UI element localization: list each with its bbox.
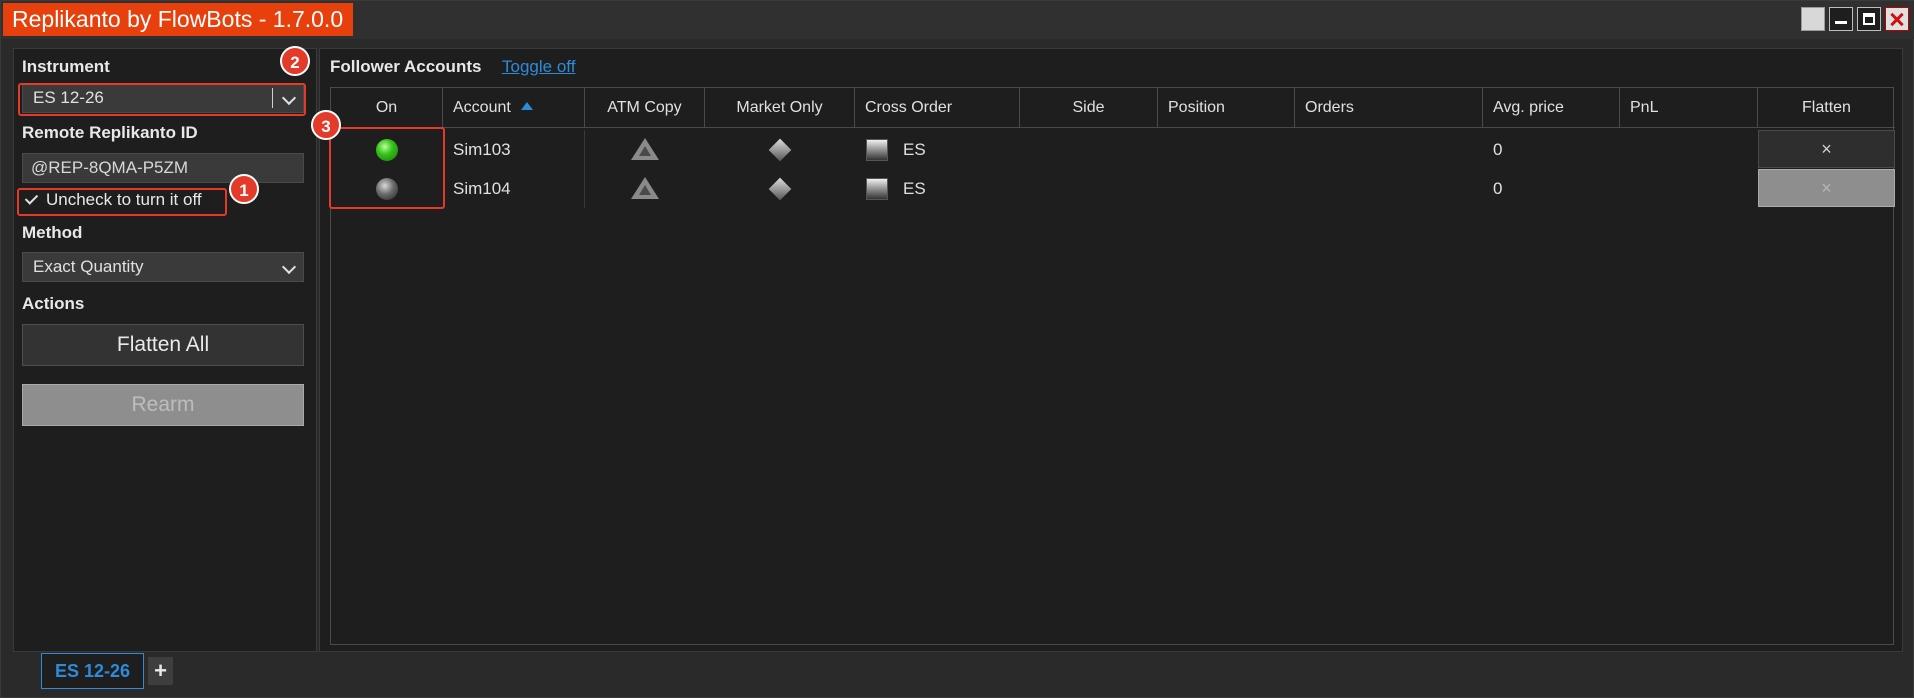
window-title: Replikanto by FlowBots - 1.7.0.0 bbox=[3, 3, 354, 36]
cross-order-cell: ES bbox=[903, 140, 926, 159]
app-window: Replikanto by FlowBots - 1.7.0.0 Instrum… bbox=[0, 0, 1914, 698]
account-cell: Sim103 bbox=[443, 130, 585, 169]
accounts-grid: On Account ATM Copy Market Only Cross Or… bbox=[330, 87, 1895, 645]
chevron-down-icon bbox=[281, 259, 297, 275]
square-icon[interactable] bbox=[866, 139, 888, 161]
col-header-on[interactable]: On bbox=[331, 88, 443, 128]
flatten-row-button-disabled[interactable]: × bbox=[1758, 169, 1895, 207]
restore-blank-button[interactable] bbox=[1801, 7, 1825, 31]
method-select[interactable]: Exact Quantity bbox=[22, 252, 304, 282]
right-panel: Follower Accounts Toggle off On Account … bbox=[319, 48, 1903, 652]
left-panel: Instrument ES 12-26 Remote Replikanto ID… bbox=[13, 48, 317, 652]
triangle-icon[interactable] bbox=[631, 177, 659, 199]
add-tab-button[interactable]: + bbox=[148, 657, 173, 685]
col-header-account-label: Account bbox=[453, 99, 511, 116]
col-header-avg-price[interactable]: Avg. price bbox=[1483, 88, 1620, 128]
col-header-market-only[interactable]: Market Only bbox=[705, 88, 855, 128]
account-cell: Sim104 bbox=[443, 169, 585, 208]
instrument-label: Instrument bbox=[22, 57, 110, 76]
flatten-row-button[interactable]: × bbox=[1758, 130, 1895, 168]
tab-instrument[interactable]: ES 12-26 bbox=[41, 653, 144, 689]
maximize-button[interactable] bbox=[1857, 7, 1881, 31]
diamond-icon[interactable] bbox=[768, 138, 792, 162]
method-label: Method bbox=[22, 223, 83, 242]
minimize-button[interactable] bbox=[1829, 7, 1853, 31]
col-header-side[interactable]: Side bbox=[1020, 88, 1158, 128]
avg-price-cell: 0 bbox=[1493, 140, 1503, 159]
annotation-badge-3: 3 bbox=[311, 110, 341, 140]
col-header-flatten[interactable]: Flatten bbox=[1758, 88, 1895, 128]
rearm-button[interactable]: Rearm bbox=[22, 384, 304, 426]
method-value: Exact Quantity bbox=[33, 257, 144, 276]
title-bar: Replikanto by FlowBots - 1.7.0.0 bbox=[1, 1, 1914, 39]
sort-ascending-icon bbox=[520, 101, 533, 110]
cross-order-cell: ES bbox=[903, 179, 926, 198]
remote-id-label: Remote Replikanto ID bbox=[22, 123, 198, 142]
follower-accounts-title: Follower Accounts bbox=[330, 57, 482, 76]
col-header-account[interactable]: Account bbox=[443, 88, 585, 128]
annotation-badge-1: 1 bbox=[229, 174, 259, 204]
flatten-all-button[interactable]: Flatten All bbox=[22, 324, 304, 366]
highlight-on-column bbox=[329, 127, 445, 209]
highlight-checkbox bbox=[17, 188, 227, 216]
triangle-icon[interactable] bbox=[631, 138, 659, 160]
diamond-icon[interactable] bbox=[768, 177, 792, 201]
col-header-pnl[interactable]: PnL bbox=[1620, 88, 1758, 128]
highlight-instrument bbox=[18, 83, 306, 116]
col-header-position[interactable]: Position bbox=[1158, 88, 1295, 128]
col-header-cross-order[interactable]: Cross Order bbox=[855, 88, 1020, 128]
avg-price-cell: 0 bbox=[1493, 179, 1503, 198]
remote-id-input[interactable]: @REP-8QMA-P5ZM bbox=[22, 153, 304, 183]
col-header-atm-copy[interactable]: ATM Copy bbox=[585, 88, 705, 128]
square-icon[interactable] bbox=[866, 178, 888, 200]
annotation-badge-2: 2 bbox=[280, 46, 310, 76]
close-button[interactable] bbox=[1885, 7, 1909, 31]
actions-label: Actions bbox=[22, 294, 85, 313]
toggle-off-link[interactable]: Toggle off bbox=[502, 57, 575, 77]
col-header-orders[interactable]: Orders bbox=[1295, 88, 1483, 128]
